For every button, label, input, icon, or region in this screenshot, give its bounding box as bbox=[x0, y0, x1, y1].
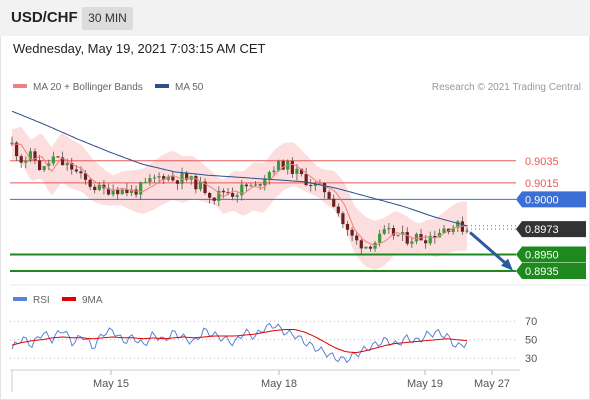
candle-body bbox=[120, 189, 124, 195]
rsi-ma-legend-swatch bbox=[62, 297, 76, 301]
ma50-legend-swatch bbox=[155, 84, 169, 88]
candle-body bbox=[350, 229, 354, 236]
candle-body bbox=[414, 233, 419, 242]
candle-body bbox=[276, 160, 281, 171]
candle-body bbox=[387, 228, 391, 230]
candle-body bbox=[267, 172, 271, 179]
candle-body bbox=[235, 195, 239, 197]
candle-body bbox=[322, 183, 327, 193]
candle-body bbox=[345, 224, 350, 230]
candle-body bbox=[290, 161, 294, 174]
x-tick-label: May 27 bbox=[474, 378, 510, 390]
candle-body bbox=[309, 185, 313, 187]
candle-body bbox=[51, 156, 55, 164]
candle-body bbox=[19, 156, 23, 163]
candle-body bbox=[396, 234, 400, 236]
candle-body bbox=[359, 240, 363, 249]
candle-body bbox=[88, 179, 92, 187]
ma20-legend-swatch bbox=[13, 84, 27, 88]
candle-body bbox=[295, 168, 299, 174]
level-label-0.9035: 0.9035 bbox=[525, 156, 559, 168]
rsi-ma-line bbox=[11, 329, 468, 354]
candle-body bbox=[175, 180, 180, 184]
candle-body bbox=[134, 189, 138, 195]
candle-body bbox=[152, 177, 157, 179]
candle-body bbox=[171, 176, 175, 181]
candle-body bbox=[157, 176, 161, 178]
price-chart: MA 20 + Bollinger Bands MA 50 Research ©… bbox=[10, 82, 588, 392]
candle-body bbox=[143, 181, 147, 183]
candle-body bbox=[364, 246, 368, 249]
candle-body bbox=[65, 163, 69, 166]
x-axis: May 15 May 18 May 19 May 27 bbox=[10, 369, 520, 392]
candle-body bbox=[221, 190, 226, 193]
rsi-legend-swatch bbox=[13, 297, 27, 301]
rsi-panel: 70 50 30 bbox=[10, 316, 537, 365]
candle-body bbox=[56, 156, 60, 158]
bollinger-bands bbox=[12, 126, 467, 271]
x-tick-label: May 19 bbox=[407, 378, 443, 390]
candle-body bbox=[42, 166, 46, 170]
candle-body bbox=[74, 169, 78, 172]
candle-body bbox=[272, 170, 276, 173]
candle-body bbox=[93, 186, 97, 191]
x-tick-label: May 15 bbox=[93, 378, 129, 390]
price-tags: 0.9035 0.9015 0.9000 0.8950 0.8935 0.8973 bbox=[516, 156, 586, 279]
level-label-0.8935: 0.8935 bbox=[525, 266, 559, 278]
level-label-0.9015: 0.9015 bbox=[525, 178, 559, 190]
rsi-tick-30: 30 bbox=[525, 353, 537, 365]
candle-body bbox=[336, 206, 340, 214]
bollinger-band-fill bbox=[12, 126, 467, 271]
candle-body bbox=[382, 229, 386, 234]
candle-body bbox=[249, 185, 253, 187]
candle-body bbox=[327, 192, 331, 199]
rsi-legend-label: RSI bbox=[33, 295, 50, 306]
candle-body bbox=[139, 182, 143, 195]
level-label-0.9000: 0.9000 bbox=[525, 194, 559, 206]
candle-body bbox=[368, 246, 373, 249]
candle-body bbox=[410, 241, 414, 244]
candle-body bbox=[304, 174, 308, 186]
candle-body bbox=[244, 184, 248, 187]
candle-body bbox=[253, 184, 258, 186]
last-price-label: 0.8973 bbox=[525, 224, 559, 236]
candle-body bbox=[116, 189, 120, 195]
level-label-0.8950: 0.8950 bbox=[525, 249, 559, 261]
candle-body bbox=[341, 213, 345, 225]
candle-body bbox=[24, 160, 28, 163]
candle-body bbox=[212, 197, 216, 201]
rsi-ma-legend-label: 9MA bbox=[82, 295, 103, 306]
candle-body bbox=[465, 230, 469, 232]
ma20-legend-label: MA 20 + Bollinger Bands bbox=[33, 82, 143, 93]
candle-body bbox=[258, 184, 262, 186]
rsi-tick-70: 70 bbox=[525, 316, 537, 328]
candle-body bbox=[148, 178, 152, 182]
candle-body bbox=[208, 193, 212, 198]
candle-body bbox=[355, 235, 359, 241]
candle-body bbox=[37, 160, 42, 170]
candle-body bbox=[332, 198, 336, 207]
candle-body bbox=[79, 171, 83, 174]
candle-body bbox=[378, 233, 382, 243]
candle-body bbox=[198, 181, 203, 190]
x-tick-label: May 18 bbox=[261, 378, 297, 390]
candle-body bbox=[405, 232, 409, 244]
credit-text: Research © 2021 Trading Central bbox=[432, 82, 581, 93]
rsi-tick-50: 50 bbox=[525, 335, 537, 347]
projection-line bbox=[469, 231, 507, 265]
ma50-legend-label: MA 50 bbox=[175, 82, 204, 93]
projection-arrow bbox=[469, 231, 513, 271]
candle-body bbox=[424, 240, 428, 244]
candle-body bbox=[231, 193, 235, 197]
